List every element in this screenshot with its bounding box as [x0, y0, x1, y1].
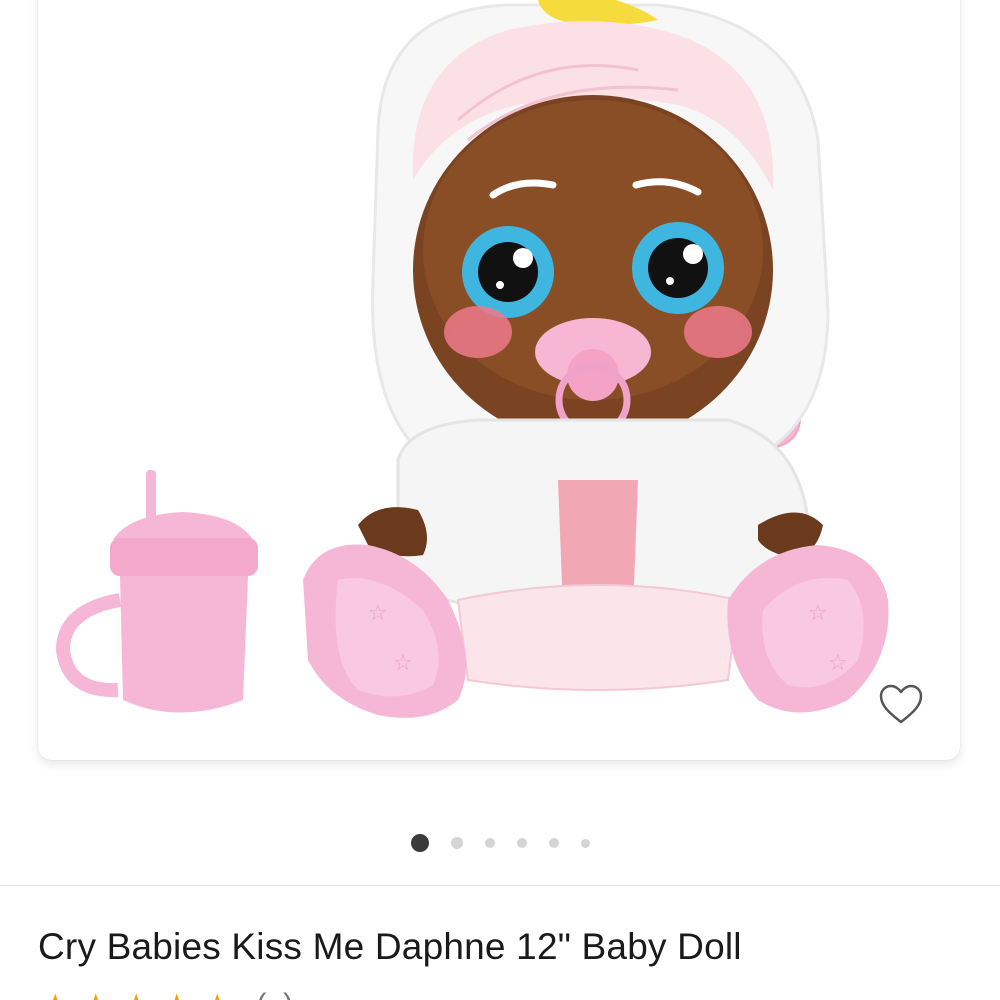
- star-icon: ★: [80, 990, 110, 1000]
- star-icon: ★: [121, 990, 151, 1000]
- carousel-dot[interactable]: [516, 838, 527, 848]
- svg-text:☆: ☆: [393, 651, 413, 676]
- star-icon: ★: [40, 990, 70, 1000]
- section-divider: [0, 885, 1000, 886]
- product-page: ☆ ☆ ☆ ☆ Cry Babies Kiss Me Daphne 12" Ba…: [0, 0, 1000, 1000]
- carousel-dot[interactable]: [484, 838, 495, 848]
- product-image: ☆ ☆ ☆ ☆: [38, 0, 960, 760]
- product-title: Cry Babies Kiss Me Daphne 12" Baby Doll: [38, 926, 742, 967]
- carousel-dot-active[interactable]: [410, 834, 429, 852]
- star-icon: ★: [202, 990, 232, 1000]
- star-icon: ★: [161, 990, 191, 1000]
- svg-text:☆: ☆: [368, 601, 388, 626]
- rating-row[interactable]: ★ ★ ★ ★ ★ (..): [40, 990, 293, 1000]
- heart-outline-icon: [879, 684, 923, 724]
- carousel-dot[interactable]: [450, 837, 463, 849]
- wishlist-button[interactable]: [872, 675, 930, 733]
- carousel-dot[interactable]: [580, 838, 590, 848]
- carousel-dot[interactable]: [548, 838, 559, 848]
- rating-count: (..): [256, 990, 293, 1000]
- product-image-card[interactable]: ☆ ☆ ☆ ☆: [38, 0, 960, 760]
- svg-text:☆: ☆: [828, 651, 848, 676]
- svg-text:☆: ☆: [808, 601, 828, 626]
- image-carousel-dots: [0, 834, 1000, 852]
